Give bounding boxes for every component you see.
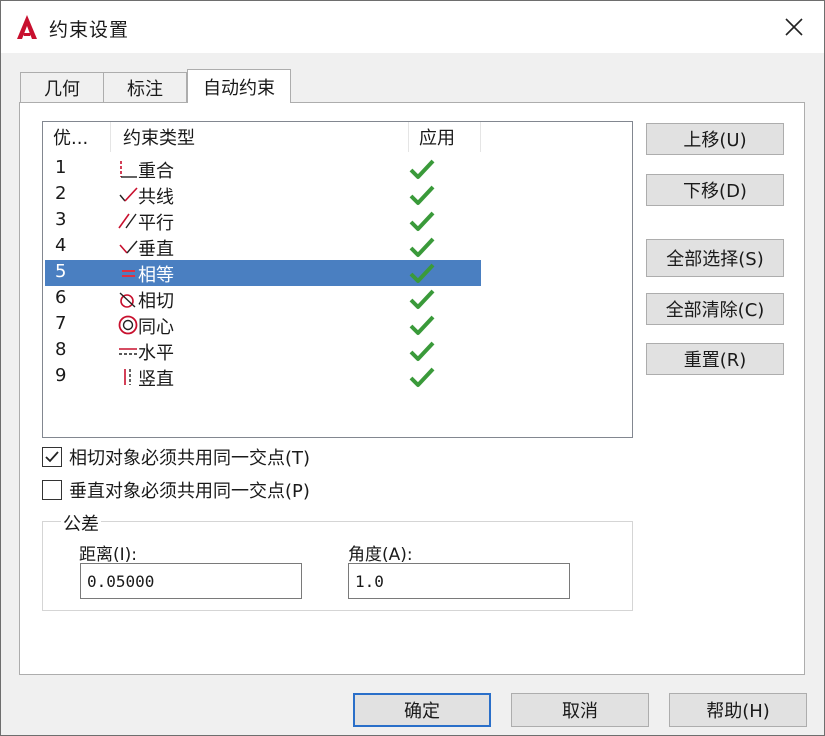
button-label: 全部清除(C) xyxy=(665,300,765,321)
check-icon[interactable] xyxy=(409,366,435,388)
list-item[interactable]: 4 垂直 xyxy=(45,234,481,260)
title-bar: 约束设置 xyxy=(1,1,824,53)
angle-input[interactable] xyxy=(348,563,570,599)
dialog-body: 几何 标注 自动约束 优... 约束类型 应用 1 重合 2 共线 3 平行 4… xyxy=(1,53,824,735)
coincident-icon xyxy=(120,161,137,178)
distance-input[interactable] xyxy=(80,563,302,599)
check-icon[interactable] xyxy=(409,314,435,336)
tab-geometric[interactable]: 几何 xyxy=(20,72,104,102)
check-icon[interactable] xyxy=(409,210,435,232)
angle-label: 角度(A): xyxy=(348,545,413,565)
list-item[interactable]: 9 竖直 xyxy=(45,364,481,390)
checkmark-icon xyxy=(45,451,59,463)
check-icon[interactable] xyxy=(409,340,435,362)
perpendicular-shared-option[interactable]: 垂直对象必须共用同一交点(P) xyxy=(42,478,310,502)
constraint-name: 竖直 xyxy=(138,369,174,390)
horizontal-icon xyxy=(119,348,137,355)
check-icon[interactable] xyxy=(409,184,435,206)
priority-number: 9 xyxy=(55,365,67,386)
check-icon[interactable] xyxy=(409,288,435,310)
list-item[interactable]: 8 水平 xyxy=(45,338,481,364)
constraint-name: 重合 xyxy=(138,161,174,182)
priority-number: 8 xyxy=(55,339,67,360)
button-label: 帮助(H) xyxy=(706,701,770,722)
constraint-list[interactable]: 优... 约束类型 应用 1 重合 2 共线 3 平行 4 垂直 5 相等 6 … xyxy=(42,121,633,438)
tolerance-group: 公差 距离(I): 角度(A): xyxy=(42,510,633,611)
priority-number: 1 xyxy=(55,157,67,178)
constraint-name: 相等 xyxy=(138,265,174,286)
perpendicular-icon xyxy=(119,240,138,254)
tab-dimensional[interactable]: 标注 xyxy=(103,72,187,102)
constraint-settings-dialog: 约束设置 几何 标注 自动约束 优... 约束类型 应用 1 重合 2 共线 3… xyxy=(0,0,825,736)
list-item[interactable]: 3 平行 xyxy=(45,208,481,234)
perpendicular-shared-checkbox[interactable] xyxy=(42,480,62,500)
tolerance-group-title: 公差 xyxy=(61,510,101,536)
move-down-button[interactable]: 下移(D) xyxy=(646,174,784,206)
equal-icon xyxy=(122,270,135,277)
tangent-shared-option[interactable]: 相切对象必须共用同一交点(T) xyxy=(42,445,310,469)
check-icon[interactable] xyxy=(409,158,435,180)
button-label: 取消 xyxy=(562,701,598,722)
column-constraint-type[interactable]: 约束类型 xyxy=(111,122,409,152)
tab-label: 自动约束 xyxy=(203,77,275,99)
select-all-button[interactable]: 全部选择(S) xyxy=(646,239,784,277)
column-label: 约束类型 xyxy=(123,128,195,149)
priority-number: 5 xyxy=(55,261,67,282)
priority-number: 7 xyxy=(55,313,67,334)
reset-button[interactable]: 重置(R) xyxy=(646,343,784,375)
priority-number: 2 xyxy=(55,183,67,204)
priority-number: 6 xyxy=(55,287,67,308)
help-button[interactable]: 帮助(H) xyxy=(669,693,807,727)
constraint-name: 平行 xyxy=(138,213,174,234)
window-title: 约束设置 xyxy=(49,19,130,41)
constraint-name: 共线 xyxy=(138,187,174,208)
tab-label: 几何 xyxy=(44,78,80,100)
list-item[interactable]: 6 相切 xyxy=(45,286,481,312)
column-label: 优... xyxy=(53,128,89,149)
button-label: 重置(R) xyxy=(683,350,747,371)
button-label: 上移(U) xyxy=(683,130,747,151)
concentric-icon xyxy=(118,315,138,335)
tangent-shared-checkbox[interactable] xyxy=(42,447,62,467)
ok-button[interactable]: 确定 xyxy=(353,693,491,727)
autocad-logo-icon xyxy=(17,15,37,39)
list-item-selected[interactable]: 5 相等 xyxy=(45,260,481,286)
tab-autoconstrain[interactable]: 自动约束 xyxy=(187,69,291,103)
column-priority[interactable]: 优... xyxy=(43,122,111,152)
cancel-button[interactable]: 取消 xyxy=(511,693,649,727)
priority-number: 3 xyxy=(55,209,67,230)
constraint-name: 垂直 xyxy=(138,239,174,260)
list-item[interactable]: 7 同心 xyxy=(45,312,481,338)
close-button[interactable] xyxy=(771,7,817,47)
close-icon xyxy=(785,18,803,36)
autoconstrain-panel: 优... 约束类型 应用 1 重合 2 共线 3 平行 4 垂直 5 相等 6 … xyxy=(19,102,805,675)
tangent-shared-label: 相切对象必须共用同一交点(T) xyxy=(69,448,311,469)
column-label: 应用 xyxy=(419,128,455,149)
perpendicular-shared-label: 垂直对象必须共用同一交点(P) xyxy=(69,481,310,502)
tangent-icon xyxy=(119,292,136,308)
check-icon[interactable] xyxy=(409,236,435,258)
check-icon[interactable] xyxy=(409,262,435,284)
list-header: 优... 约束类型 应用 xyxy=(43,122,481,152)
list-item[interactable]: 1 重合 xyxy=(45,156,481,182)
column-apply[interactable]: 应用 xyxy=(409,122,481,152)
collinear-icon xyxy=(119,187,138,202)
button-label: 下移(D) xyxy=(683,181,747,202)
move-up-button[interactable]: 上移(U) xyxy=(646,123,784,155)
clear-all-button[interactable]: 全部清除(C) xyxy=(646,293,784,325)
list-item[interactable]: 2 共线 xyxy=(45,182,481,208)
constraint-name: 相切 xyxy=(138,291,174,312)
constraint-name: 同心 xyxy=(138,317,174,338)
constraint-name: 水平 xyxy=(138,343,174,364)
button-label: 全部选择(S) xyxy=(666,249,764,270)
vertical-icon xyxy=(124,369,131,385)
tab-label: 标注 xyxy=(127,78,163,100)
priority-number: 4 xyxy=(55,235,67,256)
distance-label: 距离(I): xyxy=(79,545,138,565)
button-label: 确定 xyxy=(404,701,440,722)
parallel-icon xyxy=(118,213,137,229)
